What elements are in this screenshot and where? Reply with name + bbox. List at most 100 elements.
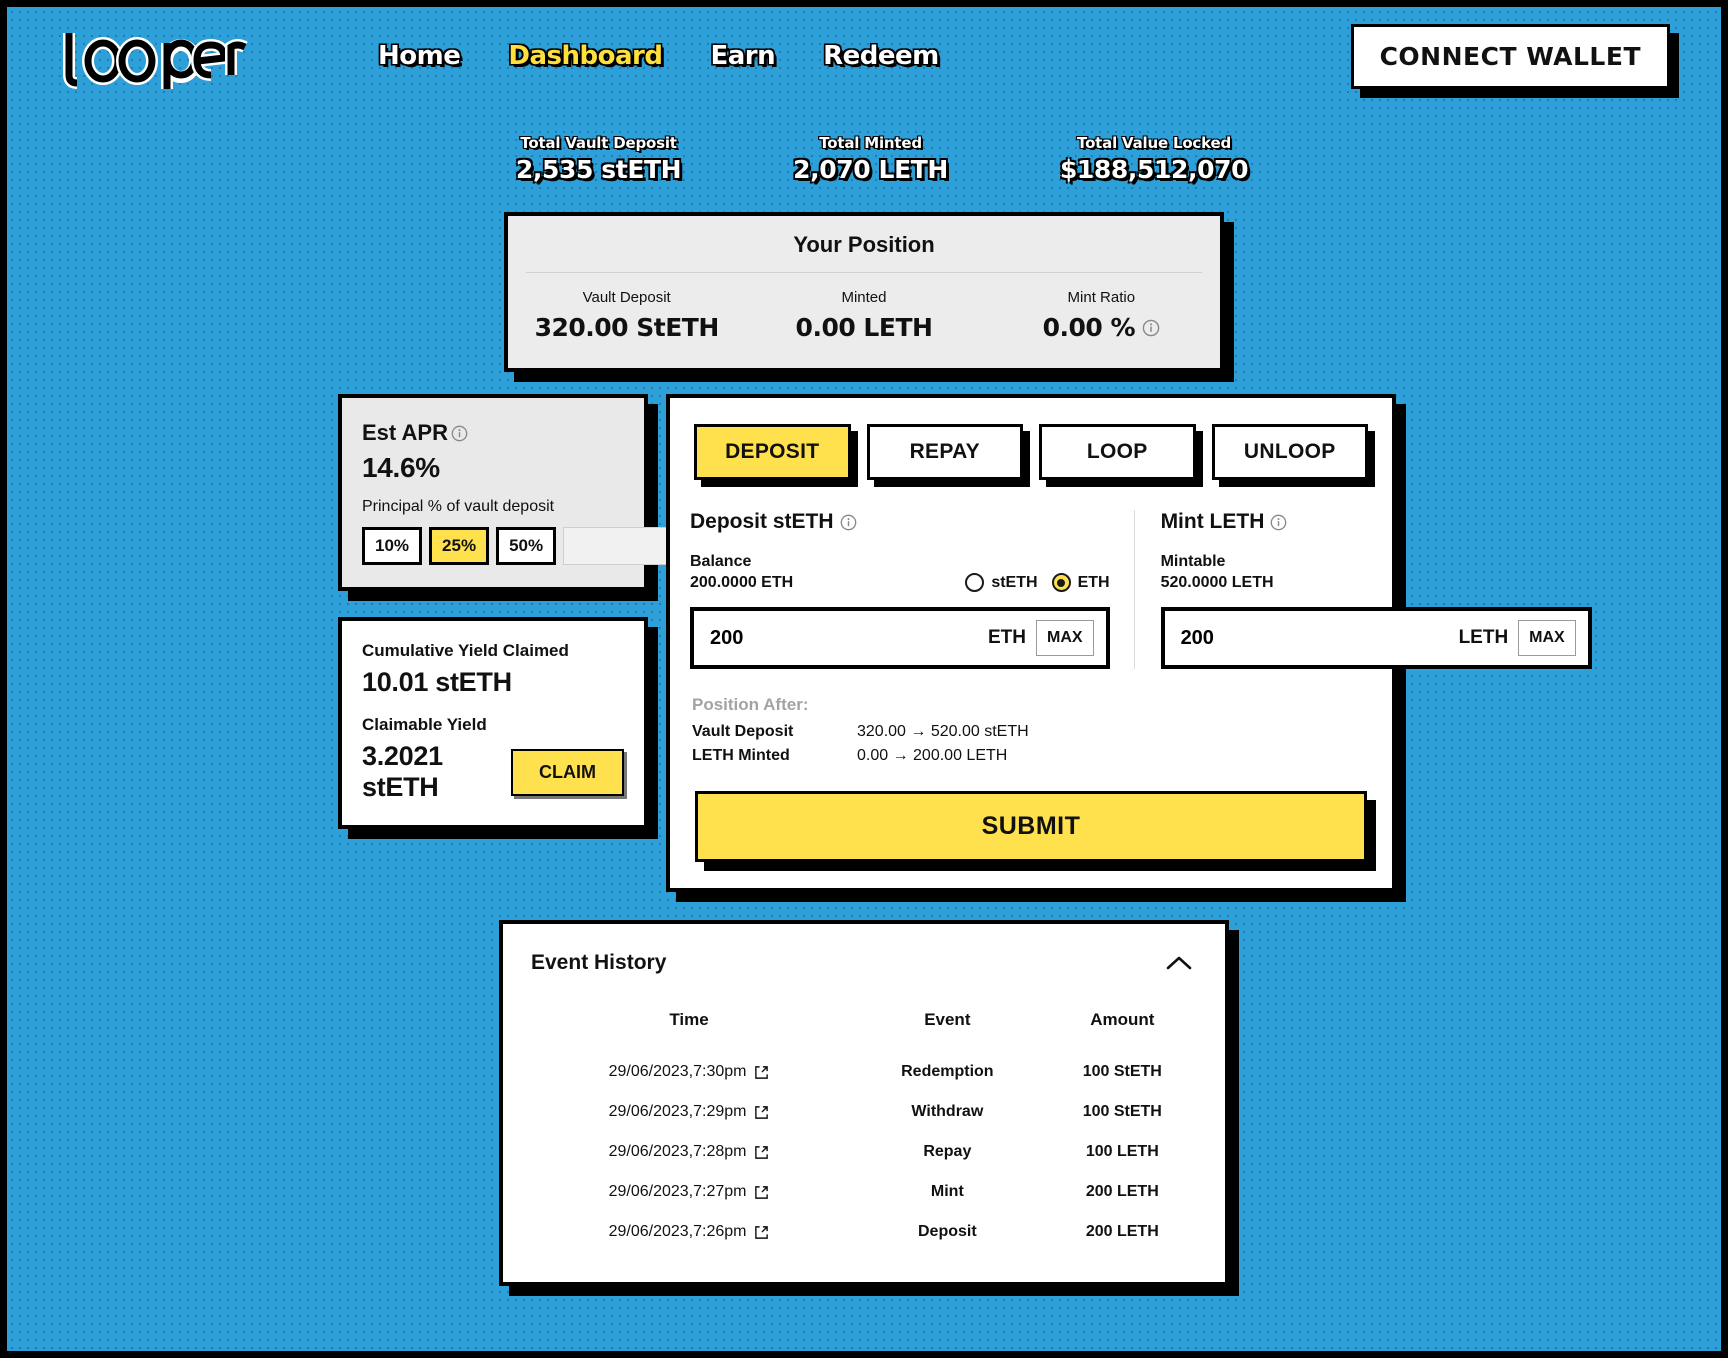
cell-time-text: 29/06/2023,7:28pm [608,1143,747,1160]
your-position-card: Your Position Vault Deposit 320.00 StETH… [504,212,1224,372]
nav-item-home[interactable]: Home [378,41,461,71]
event-history-card: Event History Time Event Amount 29/06/20… [499,920,1229,1286]
left-column: Est APR 14.6% Principal % of vault depos… [338,394,797,829]
event-history-table: Time Event Amount 29/06/2023,7:30pm Rede… [525,1000,1203,1252]
mint-max-button[interactable]: MAX [1518,620,1576,656]
col-header-time: Time [669,1010,709,1029]
table-header-row: Time Event Amount [525,1000,1203,1052]
position-after-row-vault-deposit: Vault Deposit 320.00 → 520.00 stETH [692,723,1372,741]
mint-panel-title-row: Mint LETH [1161,510,1592,534]
est-apr-label: Est APR [362,420,448,445]
cell-amount: 200 LETH [1085,1223,1159,1240]
stat-label: Total Vault Deposit [520,134,677,152]
position-minted: Minted 0.00 LETH [745,289,982,342]
deposit-max-button[interactable]: MAX [1036,620,1094,656]
external-link-icon[interactable] [754,1065,769,1080]
chevron-up-icon[interactable] [1161,950,1197,976]
stat-value: $188,512,070 [1059,155,1249,184]
radio-eth[interactable]: ETH [1051,573,1110,592]
cell-time: 29/06/2023,7:28pm [525,1132,853,1172]
position-mint-ratio: Mint Ratio 0.00 % [983,289,1220,342]
cell-event: Mint [930,1183,964,1200]
cell-time-text: 29/06/2023,7:30pm [608,1063,747,1080]
pa-label: LETH Minted [692,747,790,764]
stat-label: Total Value Locked [1077,134,1231,152]
tab-repay[interactable]: REPAY [866,424,1023,480]
right-column: DEPOSIT REPAY LOOP UNLOOP Deposit stETH [666,394,1592,892]
radio-eth-label: ETH [1077,573,1110,591]
cell-amount: 200 LETH [1085,1183,1159,1200]
deposit-amount-input[interactable] [710,626,978,650]
mint-amount-input[interactable] [1180,626,1449,650]
cumulative-yield-value: 10.01 stETH [362,667,512,697]
info-icon[interactable] [1142,319,1160,337]
external-link-icon[interactable] [754,1225,769,1240]
radio-steth-label: stETH [991,573,1038,591]
tab-deposit[interactable]: DEPOSIT [694,424,851,480]
cell-event: Deposit [918,1223,977,1240]
est-apr-title-row: Est APR [362,420,624,446]
claimable-yield-label: Claimable Yield [362,715,487,734]
stat-value: 2,535 stETH [515,155,682,184]
main-content: Est APR 14.6% Principal % of vault depos… [0,394,1728,892]
stat-label: Total Minted [819,134,922,152]
info-icon[interactable] [451,425,468,442]
app-header: Home Dashboard Earn Redeem CONNECT WALLE… [0,0,1728,112]
position-value-wrap: 0.00 % [1043,313,1160,342]
claim-button[interactable]: CLAIM [511,748,624,796]
connect-wallet-button[interactable]: CONNECT WALLET [1350,23,1670,89]
your-position-title: Your Position [793,232,935,257]
radio-circle-icon [965,573,985,592]
cell-time-text: 29/06/2023,7:27pm [608,1183,747,1200]
deposit-panel-title: Deposit stETH [690,510,834,533]
radio-steth[interactable]: stETH [965,573,1038,592]
claimable-yield-value: 3.2021 stETH [362,741,443,802]
table-row: 29/06/2023,7:28pm Repay 100 LETH [525,1132,1203,1172]
stat-total-vault-deposit: Total Vault Deposit 2,535 stETH [515,134,682,184]
nav-item-dashboard[interactable]: Dashboard [508,41,663,71]
main-nav: Home Dashboard Earn Redeem [378,41,939,71]
table-row: 29/06/2023,7:26pm Deposit 200 LETH [525,1212,1203,1252]
global-stats: Total Vault Deposit 2,535 stETH Total Mi… [0,134,1728,184]
external-link-icon[interactable] [754,1105,769,1120]
tab-loop[interactable]: LOOP [1039,424,1196,480]
col-header-amount: Amount [1090,1010,1155,1029]
submit-button[interactable]: SUBMIT [695,791,1367,862]
mint-panel-title: Mint LETH [1160,510,1265,533]
connect-wallet-container: CONNECT WALLET [1350,23,1670,89]
action-tabs: DEPOSIT REPAY LOOP UNLOOP [690,420,1372,480]
cell-amount: 100 LETH [1085,1143,1159,1160]
mintable-balance: Mintable 520.0000 LETH [1161,551,1274,594]
radio-circle-checked-icon [1051,573,1071,592]
stat-total-value-locked: Total Value Locked $188,512,070 [1059,134,1249,184]
mint-amount-unit: LETH [1458,627,1509,648]
event-history-title: Event History [531,951,667,974]
position-value: 0.00 LETH [795,313,933,342]
nav-item-earn[interactable]: Earn [710,41,775,71]
cell-time-text: 29/06/2023,7:29pm [608,1103,747,1120]
pa-label: Vault Deposit [692,723,794,740]
info-icon[interactable] [1270,514,1287,531]
tab-unloop[interactable]: UNLOOP [1211,424,1368,480]
mintable-label: Mintable [1160,552,1226,570]
looper-logo[interactable] [58,28,248,90]
principal-percent-options: 10% 25% 50% [362,527,797,565]
cell-time-text: 29/06/2023,7:26pm [608,1223,747,1240]
nav-item-redeem[interactable]: Redeem [823,41,939,71]
deposit-balance-label: Balance [690,552,752,570]
pa-value: 0.00 → 200.00 LETH [857,747,1008,764]
position-label: Mint Ratio [1067,289,1136,306]
deposit-panel: Deposit stETH Balance 200.0000 ETH stETH… [690,510,1135,669]
mint-amount-input-wrap: LETH MAX [1160,607,1592,669]
stat-value: 2,070 LETH [793,155,948,184]
external-link-icon[interactable] [754,1185,769,1200]
info-icon[interactable] [840,514,857,531]
mintable-value: 520.0000 LETH [1160,574,1274,592]
cell-event: Redemption [901,1063,994,1080]
pct-option-25[interactable]: 25% [429,527,490,565]
external-link-icon[interactable] [754,1145,769,1160]
pct-option-10[interactable]: 10% [362,527,423,565]
deposit-token-radio-group: stETH ETH [965,573,1110,594]
table-row: 29/06/2023,7:27pm Mint 200 LETH [525,1172,1203,1212]
pct-option-50[interactable]: 50% [496,527,557,565]
